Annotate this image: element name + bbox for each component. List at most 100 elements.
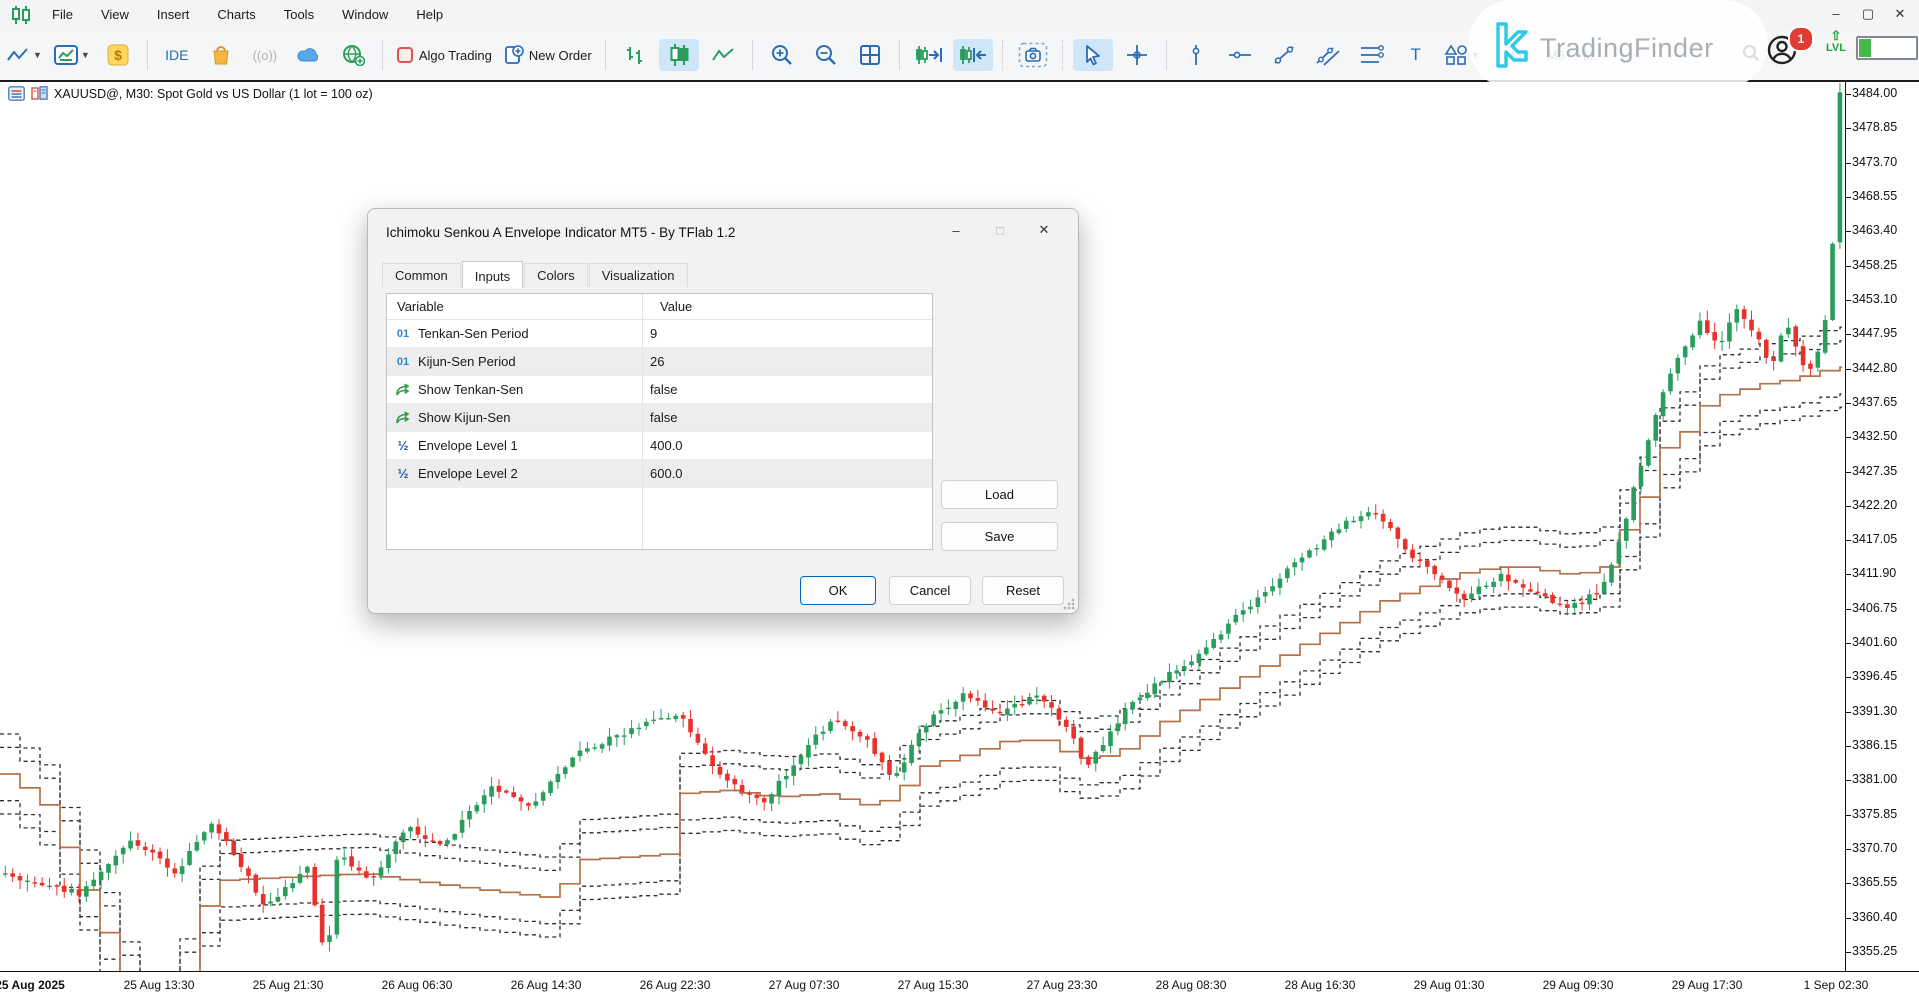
window-minimize-button[interactable]: – (1825, 6, 1847, 22)
tab-common[interactable]: Common (382, 263, 461, 287)
profile-button[interactable]: 1 (1766, 34, 1798, 71)
candle-body (688, 719, 693, 732)
trendline-tool-icon[interactable] (1264, 39, 1304, 71)
param-row-show-tenkan-sen[interactable]: Show Tenkan-Senfalse (387, 376, 932, 404)
price-tick-label: 3422.20 (1852, 498, 1897, 512)
candle-body (121, 848, 126, 855)
save-button[interactable]: Save (941, 522, 1058, 551)
candle-body (1388, 522, 1393, 528)
candle-body (62, 886, 67, 892)
symbol-description: XAUUSD@, M30: Spot Gold vs US Dollar (1 … (54, 87, 373, 101)
candle-body (1418, 560, 1423, 561)
screenshot-icon[interactable] (1013, 39, 1053, 71)
menu-window[interactable]: Window (328, 0, 402, 30)
vertical-line-tool-icon[interactable] (1176, 39, 1216, 71)
candle-body (84, 886, 89, 896)
candle-chart-mode-icon[interactable] (659, 39, 699, 71)
param-row-envelope-level-2[interactable]: ½Envelope Level 2600.0 (387, 460, 932, 488)
price-tick-label: 3375.85 (1852, 807, 1897, 821)
candle-body (1042, 696, 1047, 702)
cloud-icon[interactable] (289, 39, 329, 71)
param-value[interactable]: 9 (642, 326, 657, 341)
algo-trading-button[interactable]: Algo Trading (392, 39, 496, 71)
menu-charts[interactable]: Charts (203, 0, 269, 30)
new-order-button[interactable]: New Order (500, 39, 596, 71)
param-value[interactable]: false (642, 410, 677, 425)
tab-visualization[interactable]: Visualization (589, 263, 688, 287)
ok-button[interactable]: OK (800, 576, 876, 605)
algo-trading-icon (396, 46, 414, 64)
candle-body (430, 840, 435, 841)
chart-profile-icon[interactable]: ▼ (2, 39, 46, 71)
param-row-envelope-level-1[interactable]: ½Envelope Level 1400.0 (387, 432, 932, 460)
menu-help[interactable]: Help (402, 0, 457, 30)
cursor-icon[interactable] (1073, 39, 1113, 71)
horizontal-line-tool-icon[interactable] (1220, 39, 1260, 71)
price-tick-label: 3453.10 (1852, 292, 1897, 306)
cancel-button[interactable]: Cancel (889, 576, 971, 605)
line-chart-mode-icon[interactable] (703, 39, 743, 71)
tab-colors[interactable]: Colors (524, 263, 588, 287)
menu-tools[interactable]: Tools (270, 0, 328, 30)
deposit-icon[interactable]: $ (98, 39, 138, 71)
candle-body (1270, 586, 1275, 591)
tab-inputs[interactable]: Inputs (462, 261, 523, 288)
chart-template-icon[interactable]: ▼ (50, 39, 94, 71)
vps-icon[interactable] (333, 39, 373, 71)
lvl-indicator[interactable]: ⇧ LVL (1826, 30, 1846, 54)
candle-body (246, 868, 251, 875)
bar-chart-mode-icon[interactable] (615, 39, 655, 71)
candle-body (1123, 709, 1128, 724)
one-click-trading-icon[interactable] (8, 86, 25, 101)
price-tick-mark (1845, 231, 1851, 232)
candle-body (1204, 647, 1209, 654)
candle-body (1808, 364, 1813, 369)
menu-insert[interactable]: Insert (143, 0, 204, 30)
param-row-tenkan-sen-period[interactable]: 01Tenkan-Sen Period9 (387, 320, 932, 348)
price-tick-label: 3442.80 (1852, 361, 1897, 375)
candle-body (1786, 328, 1791, 335)
indicator-dialog[interactable]: Ichimoku Senkou A Envelope Indicator MT5… (367, 208, 1079, 614)
time-tick-label: 28 Aug 08:30 (1156, 978, 1227, 992)
candle-body (1690, 336, 1695, 348)
dialog-minimize-button[interactable]: – (934, 215, 978, 245)
menu-view[interactable]: View (87, 0, 143, 30)
candle-body (460, 820, 465, 833)
window-close-button[interactable]: ✕ (1889, 6, 1911, 22)
market-icon[interactable] (201, 39, 241, 71)
text-tool-icon[interactable]: T (1396, 39, 1436, 71)
shift-chart-left-icon[interactable] (953, 39, 993, 71)
depth-of-market-icon[interactable] (31, 86, 48, 101)
crosshair-icon[interactable] (1117, 39, 1157, 71)
dialog-resize-grip[interactable] (1063, 598, 1075, 610)
window-maximize-button[interactable]: ▢ (1857, 6, 1879, 22)
param-value[interactable]: false (642, 382, 677, 397)
price-tick-mark (1845, 712, 1851, 713)
parameters-table[interactable]: Variable Value 01Tenkan-Sen Period901Kij… (386, 293, 933, 550)
load-button[interactable]: Load (941, 480, 1058, 509)
tile-windows-icon[interactable] (850, 39, 890, 71)
signals-icon[interactable]: ((o)) (245, 39, 285, 71)
candle-body (1278, 579, 1283, 588)
shift-chart-right-icon[interactable] (909, 39, 949, 71)
param-value[interactable]: 26 (642, 354, 664, 369)
param-value[interactable]: 600.0 (642, 466, 683, 481)
candle-body (305, 867, 310, 873)
candle-body (1742, 309, 1747, 319)
candle-body (1432, 566, 1437, 574)
fibonacci-tool-icon[interactable] (1352, 39, 1392, 71)
ide-button[interactable]: IDE (157, 39, 197, 71)
dialog-close-button[interactable]: ✕ (1022, 215, 1066, 245)
candle-body (1816, 352, 1821, 368)
param-row-show-kijun-sen[interactable]: Show Kijun-Senfalse (387, 404, 932, 432)
param-row-kijun-sen-period[interactable]: 01Kijun-Sen Period26 (387, 348, 932, 376)
price-tick-label: 3417.05 (1852, 532, 1897, 546)
zoom-out-icon[interactable] (806, 39, 846, 71)
dialog-titlebar[interactable]: Ichimoku Senkou A Envelope Indicator MT5… (368, 209, 1078, 255)
zoom-in-icon[interactable] (762, 39, 802, 71)
menu-file[interactable]: File (38, 0, 87, 30)
channel-tool-icon[interactable] (1308, 39, 1348, 71)
reset-button[interactable]: Reset (982, 576, 1064, 605)
dialog-maximize-button[interactable]: □ (978, 215, 1022, 245)
param-value[interactable]: 400.0 (642, 438, 683, 453)
